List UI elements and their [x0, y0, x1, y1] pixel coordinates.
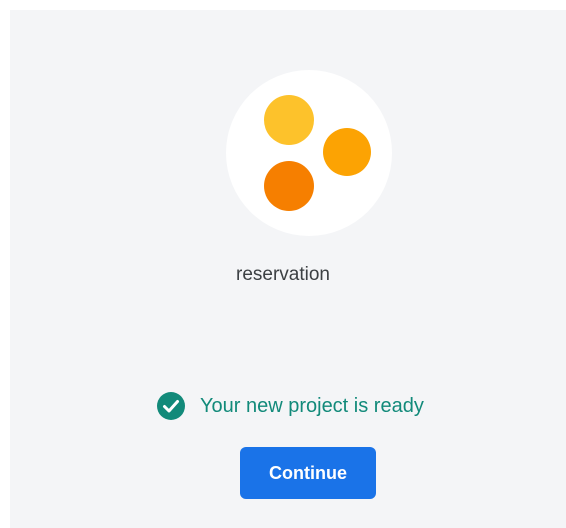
status-text: Your new project is ready [200, 394, 424, 417]
project-name: reservation [236, 264, 330, 285]
check-circle-icon [157, 392, 185, 420]
project-dot-right-icon [323, 128, 371, 176]
project-dot-top-icon [264, 95, 314, 145]
project-dot-bottom-icon [264, 161, 314, 211]
continue-button[interactable]: Continue [240, 447, 376, 499]
status-message: Your new project is ready [156, 391, 424, 421]
